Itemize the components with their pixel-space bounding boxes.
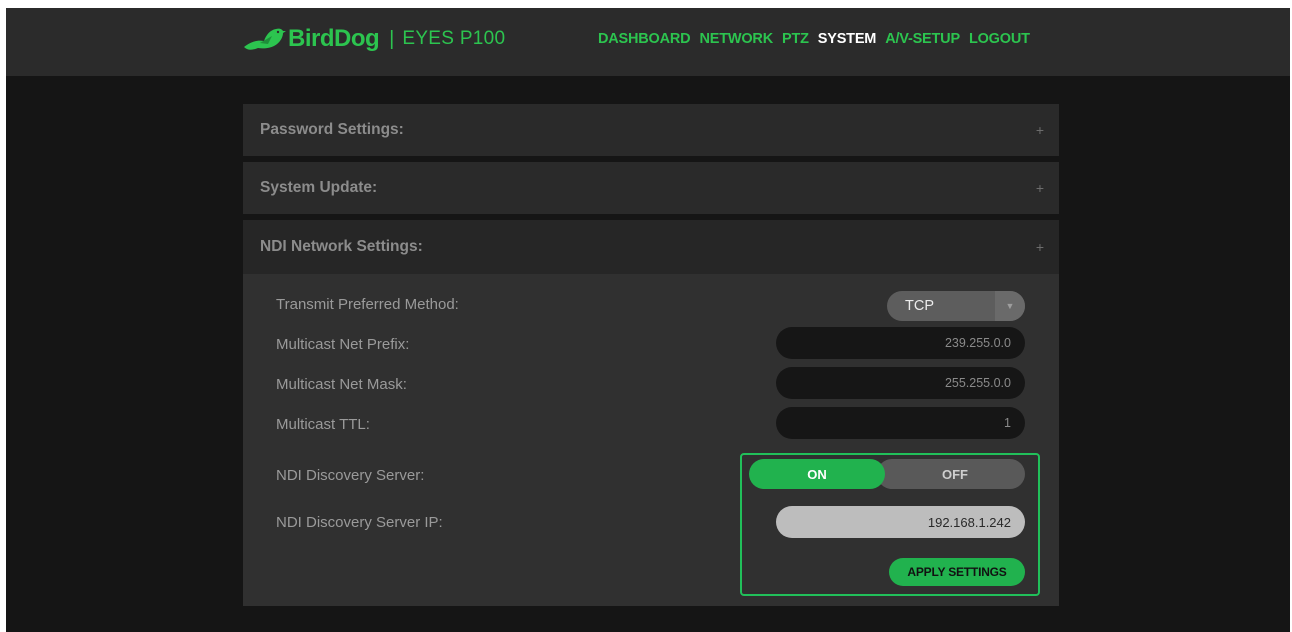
multicast-prefix-label: Multicast Net Prefix: [276,336,410,353]
expand-plus-icon[interactable]: + [1036,180,1044,196]
main-nav: DASHBOARD NETWORK PTZ SYSTEM A/V-SETUP L… [598,31,1039,47]
discovery-off-button[interactable]: OFF [877,459,1025,489]
discovery-server-ip-label: NDI Discovery Server IP: [276,514,443,531]
transmit-method-value: TCP [905,298,934,314]
app-window: BirdDog | EYES P100 DASHBOARD NETWORK PT… [6,8,1290,632]
discovery-server-toggle: ON OFF [749,459,1025,489]
ndi-network-settings-panel: NDI Network Settings: + Transmit Preferr… [243,220,1059,606]
password-settings-panel: Password Settings: + [243,104,1059,156]
transmit-method-select[interactable]: TCP ▼ [887,291,1025,321]
system-update-header[interactable]: System Update: + [243,162,1059,214]
birddog-logo[interactable]: BirdDog | EYES P100 [242,21,505,57]
nav-network[interactable]: NETWORK [699,31,773,47]
nav-system[interactable]: SYSTEM [818,31,877,47]
multicast-ttl-label: Multicast TTL: [276,416,370,433]
top-navigation-bar: BirdDog | EYES P100 DASHBOARD NETWORK PT… [6,8,1290,76]
expand-plus-icon[interactable]: + [1036,239,1044,255]
password-settings-header[interactable]: Password Settings: + [243,104,1059,156]
nav-dashboard[interactable]: DASHBOARD [598,31,691,47]
multicast-ttl-input[interactable]: 1 [776,407,1025,439]
system-update-title: System Update: [260,179,378,196]
dropdown-arrow-icon[interactable]: ▼ [995,291,1025,321]
ndi-settings-body: Transmit Preferred Method: TCP ▼ Multica… [243,274,1059,606]
discovery-on-button[interactable]: ON [749,459,885,489]
discovery-server-label: NDI Discovery Server: [276,467,425,484]
brand-name: BirdDog [288,25,380,52]
password-settings-title: Password Settings: [260,121,404,138]
multicast-prefix-input[interactable]: 239.255.0.0 [776,327,1025,359]
nav-ptz[interactable]: PTZ [782,31,809,47]
ndi-network-settings-title: NDI Network Settings: [260,238,423,255]
model-name: EYES P100 [402,28,506,49]
system-update-panel: System Update: + [243,162,1059,214]
bird-logo-icon [244,28,286,50]
nav-logout[interactable]: LOGOUT [969,31,1030,47]
expand-plus-icon[interactable]: + [1036,122,1044,138]
discovery-server-ip-input[interactable]: 192.168.1.242 [776,506,1025,538]
multicast-mask-label: Multicast Net Mask: [276,376,407,393]
brand-separator: | [389,27,395,50]
ndi-network-settings-header[interactable]: NDI Network Settings: + [243,220,1059,274]
nav-av-setup[interactable]: A/V-SETUP [885,31,960,47]
multicast-mask-input[interactable]: 255.255.0.0 [776,367,1025,399]
apply-settings-button[interactable]: APPLY SETTINGS [889,558,1025,586]
transmit-method-label: Transmit Preferred Method: [276,296,459,313]
